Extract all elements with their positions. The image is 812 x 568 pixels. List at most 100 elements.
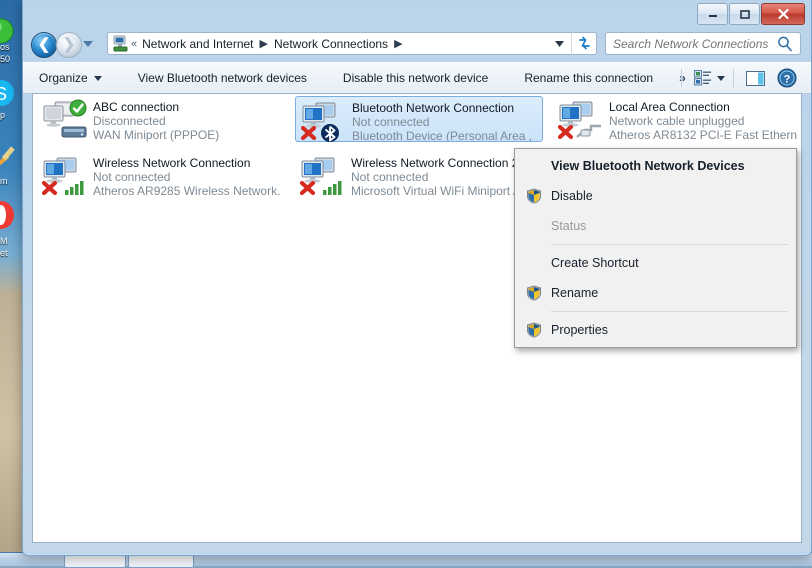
forward-arrow-icon: ❯ bbox=[62, 36, 76, 53]
breadcrumb-network-and-internet[interactable]: Network and Internet bbox=[139, 37, 256, 51]
connections-items: ABC connection Disconnected WAN Miniport… bbox=[33, 94, 801, 198]
menu-item-properties[interactable]: Properties bbox=[515, 315, 796, 345]
title-bar[interactable] bbox=[23, 0, 811, 28]
list-item-text: Wireless Network Connection Not connecte… bbox=[89, 155, 281, 198]
menu-item-status: Status bbox=[515, 211, 796, 241]
connection-device: Microsoft Virtual WiFi Miniport A bbox=[351, 184, 521, 198]
menu-item-label: Create Shortcut bbox=[551, 256, 639, 270]
connection-status: Disconnected bbox=[93, 114, 166, 128]
back-button[interactable]: ❮ bbox=[31, 32, 57, 58]
search-icon[interactable] bbox=[776, 35, 794, 53]
forward-button[interactable]: ❯ bbox=[56, 32, 82, 58]
list-item[interactable]: Wireless Network Connection Not connecte… bbox=[37, 152, 285, 198]
maximize-button[interactable] bbox=[729, 3, 760, 25]
menu-item-disable[interactable]: Disable bbox=[515, 181, 796, 211]
rename-connection-button[interactable]: Rename this connection bbox=[514, 63, 663, 93]
disable-device-label: Disable this network device bbox=[342, 71, 489, 85]
connection-device: WAN Miniport (PPPOE) bbox=[93, 128, 220, 142]
breadcrumb-chevron-1: ▶ bbox=[259, 38, 268, 50]
uac-shield-icon bbox=[527, 285, 541, 301]
toolbar-divider-2 bbox=[733, 69, 734, 87]
breadcrumb-chevron-2[interactable]: ▶ bbox=[391, 37, 405, 50]
taskbar-button-2[interactable] bbox=[128, 555, 194, 568]
dialup-connection-icon bbox=[41, 99, 89, 141]
list-item[interactable]: ABC connection Disconnected WAN Miniport… bbox=[37, 96, 285, 142]
organize-button[interactable]: Organize bbox=[23, 63, 112, 93]
wifi-bars bbox=[323, 181, 342, 195]
list-item[interactable]: Wireless Network Connection 2 Not connec… bbox=[295, 152, 543, 198]
desktop-icon-skype: S bbox=[0, 80, 14, 106]
network-connection-icon bbox=[557, 99, 605, 141]
toolbar-divider bbox=[681, 69, 682, 87]
desktop-label-1: os bbox=[0, 42, 10, 52]
connection-device: Atheros AR8132 PCI-E Fast Ethern bbox=[609, 128, 797, 142]
taskbar-button-1[interactable] bbox=[64, 555, 126, 568]
organize-label: Organize bbox=[39, 71, 88, 85]
search-input[interactable] bbox=[606, 35, 776, 52]
breadcrumb-overflow[interactable]: « bbox=[129, 38, 139, 50]
change-view-button[interactable] bbox=[686, 63, 729, 93]
connection-status: Not connected bbox=[352, 115, 430, 129]
view-list-icon bbox=[694, 70, 711, 86]
menu-separator bbox=[551, 244, 788, 245]
connection-status: Not connected bbox=[93, 170, 171, 184]
network-folder-icon bbox=[113, 35, 128, 52]
network-connection-icon bbox=[300, 100, 348, 142]
connection-device: Atheros AR9285 Wireless Network... bbox=[93, 184, 281, 198]
back-arrow-icon: ❮ bbox=[37, 36, 51, 53]
connection-name: Local Area Connection bbox=[609, 100, 730, 114]
uac-shield-icon bbox=[527, 188, 541, 204]
context-menu[interactable]: View Bluetooth Network Devices Disable S… bbox=[514, 148, 797, 348]
list-item-text: Wireless Network Connection 2 Not connec… bbox=[347, 155, 521, 198]
connection-status: Network cable unplugged bbox=[609, 114, 745, 128]
history-dropdown-icon[interactable] bbox=[83, 40, 93, 48]
refresh-button[interactable] bbox=[571, 32, 597, 55]
desktop-label-2: 50 bbox=[0, 54, 11, 64]
help-button[interactable]: ? bbox=[773, 63, 807, 93]
minimize-button[interactable] bbox=[697, 3, 728, 25]
address-dropdown-button[interactable] bbox=[547, 32, 571, 55]
close-button[interactable] bbox=[761, 3, 805, 25]
view-bluetooth-devices-button[interactable]: View Bluetooth network devices bbox=[128, 63, 317, 93]
menu-separator bbox=[551, 311, 788, 312]
menu-item-label: View Bluetooth Network Devices bbox=[551, 159, 745, 173]
minimize-icon bbox=[708, 15, 717, 17]
list-item-text: ABC connection Disconnected WAN Miniport… bbox=[89, 99, 219, 142]
preview-pane-icon bbox=[746, 70, 765, 86]
toolbar-right-group: ? bbox=[677, 63, 807, 93]
network-connection-icon bbox=[299, 155, 347, 197]
chevron-down-icon bbox=[554, 40, 564, 47]
connection-status: Not connected bbox=[351, 170, 429, 184]
close-icon bbox=[777, 8, 789, 20]
desktop-label-4: m bbox=[0, 176, 8, 186]
preview-pane-button[interactable] bbox=[738, 63, 773, 93]
address-bar-row: ❮ ❯ « Network and Internet ▶ Network Con… bbox=[23, 28, 811, 62]
svg-text:?: ? bbox=[784, 74, 791, 86]
uac-shield-icon bbox=[527, 322, 541, 338]
list-item-text: Local Area Connection Network cable unpl… bbox=[605, 99, 797, 142]
search-box[interactable] bbox=[605, 32, 801, 55]
list-item-text: Bluetooth Network Connection Not connect… bbox=[348, 100, 532, 141]
svg-text:S: S bbox=[0, 84, 7, 104]
connection-name: Bluetooth Network Connection bbox=[352, 101, 515, 115]
menu-item-create-shortcut[interactable]: Create Shortcut bbox=[515, 248, 796, 278]
menu-item-label: Status bbox=[551, 219, 587, 233]
desktop-label-3: p bbox=[0, 110, 6, 120]
connection-device: Bluetooth Device (Personal Area , bbox=[352, 129, 533, 141]
desktop-label-6: et bbox=[0, 248, 8, 258]
connection-name: ABC connection bbox=[93, 100, 180, 114]
help-icon: ? bbox=[777, 68, 797, 88]
desktop-icon-pencil bbox=[0, 146, 15, 170]
breadcrumb[interactable]: « Network and Internet ▶ Network Connect… bbox=[107, 32, 547, 55]
breadcrumb-network-connections[interactable]: Network Connections bbox=[271, 37, 391, 51]
menu-item-view-bluetooth-network-devices[interactable]: View Bluetooth Network Devices bbox=[515, 151, 796, 181]
connection-name: Wireless Network Connection bbox=[93, 156, 251, 170]
view-bluetooth-devices-label: View Bluetooth network devices bbox=[137, 71, 307, 85]
maximize-icon bbox=[739, 9, 750, 19]
network-connection-icon bbox=[41, 155, 89, 197]
menu-item-rename[interactable]: Rename bbox=[515, 278, 796, 308]
list-item[interactable]: Local Area Connection Network cable unpl… bbox=[553, 96, 801, 142]
list-item-selected[interactable]: Bluetooth Network Connection Not connect… bbox=[295, 96, 543, 142]
disable-device-button[interactable]: Disable this network device bbox=[333, 63, 498, 93]
window-controls bbox=[697, 3, 805, 25]
